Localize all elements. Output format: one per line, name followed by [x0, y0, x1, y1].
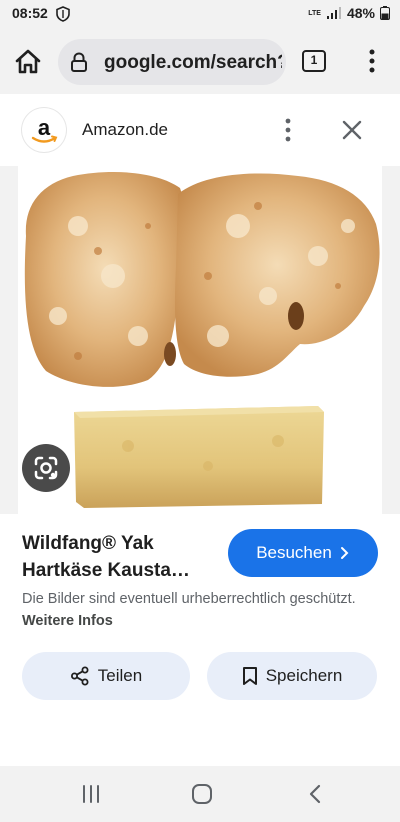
visit-button[interactable]: Besuchen [228, 529, 378, 577]
more-info-link[interactable]: Weitere Infos [22, 613, 113, 629]
tab-count: 1 [310, 53, 318, 67]
amazon-logo[interactable]: a [22, 108, 66, 152]
shield-icon [56, 6, 70, 22]
home-nav-icon[interactable] [191, 783, 213, 805]
lock-icon[interactable] [70, 52, 88, 72]
battery-icon [380, 6, 390, 20]
copyright-notice: Die Bilder sind eventuell urheberrechtli… [22, 588, 362, 632]
status-indicators: LTE 48% [308, 5, 390, 21]
source-name[interactable]: Amazon.de [82, 120, 168, 140]
hard-cheese-bar [74, 406, 324, 508]
more-vert-icon[interactable] [362, 46, 382, 76]
status-bar: 08:52 LTE 48% [0, 0, 400, 30]
back-icon[interactable] [306, 784, 324, 804]
chevron-right-icon [340, 547, 349, 559]
save-button-label: Speichern [265, 666, 343, 685]
signal-icon [326, 6, 341, 19]
browser-toolbar: google.com/search? 1 [0, 30, 400, 94]
visit-button-label: Besuchen [256, 543, 332, 562]
system-nav-bar [0, 766, 400, 822]
recents-icon[interactable] [80, 784, 102, 804]
tabs-button[interactable]: 1 [302, 50, 326, 72]
url-text[interactable]: google.com/search? [104, 52, 282, 74]
product-image[interactable] [18, 166, 382, 514]
lens-icon [34, 456, 58, 480]
status-time: 08:52 [12, 5, 48, 21]
save-button[interactable]: Speichern [207, 652, 377, 700]
share-icon [70, 666, 89, 686]
amazon-logo-letter: a [38, 115, 51, 140]
source-header: a Amazon.de [0, 94, 400, 166]
bookmark-icon [242, 667, 257, 685]
home-icon[interactable] [14, 48, 42, 76]
more-vert-icon[interactable] [280, 116, 296, 144]
cheese-illustration [24, 172, 380, 508]
share-button-label: Teilen [97, 666, 143, 685]
amazon-logo-mark: a [31, 115, 58, 143]
result-title[interactable]: Wildfang® Yak Hartkäse Kausta… [22, 530, 222, 584]
share-button[interactable]: Teilen [22, 652, 190, 700]
network-type-label: LTE [308, 9, 321, 17]
lens-search-button[interactable] [22, 444, 70, 492]
address-bar[interactable]: google.com/search? [58, 39, 286, 85]
copyright-text: Die Bilder sind eventuell urheberrechtli… [22, 591, 356, 607]
close-icon[interactable] [340, 118, 364, 142]
battery-percent: 48% [346, 5, 375, 21]
